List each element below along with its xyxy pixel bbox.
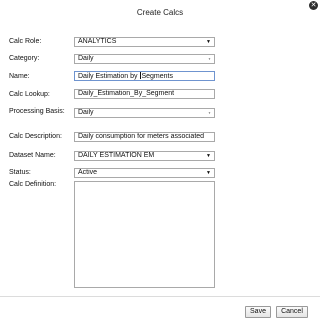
category-select[interactable]: Daily ▼ [74, 54, 215, 64]
category-label: Category: [9, 55, 40, 62]
processing-basis-label: Processing Basis: [9, 108, 65, 115]
save-button[interactable]: Save [245, 306, 271, 318]
chevron-down-icon: ▼ [206, 153, 211, 159]
dataset-name-select[interactable]: DAILY ESTIMATION EM ▼ [74, 151, 215, 161]
name-value-part1: Daily Estimation by [78, 73, 140, 80]
calc-role-select[interactable]: ANALYTICS ▼ [74, 37, 215, 47]
chevron-down-icon: ▼ [208, 57, 211, 61]
close-icon[interactable]: ✕ [309, 1, 318, 10]
calc-lookup-value: Daily_Estimation_By_Segment [78, 90, 175, 97]
calc-description-label: Calc Description: [9, 133, 62, 140]
calc-definition-label: Calc Definition: [9, 181, 57, 188]
calc-lookup-input[interactable]: Daily_Estimation_By_Segment [74, 89, 215, 99]
chevron-down-icon: ▼ [206, 39, 211, 45]
status-label: Status: [9, 169, 31, 176]
chevron-down-icon: ▼ [208, 111, 211, 115]
calc-description-value: Daily consumption for meters associated [78, 133, 205, 140]
calc-role-value: ANALYTICS [78, 38, 117, 45]
calc-lookup-label: Calc Lookup: [9, 91, 50, 98]
dataset-name-value: DAILY ESTIMATION EM [78, 152, 155, 159]
processing-basis-value: Daily [78, 109, 94, 116]
name-input[interactable]: Daily Estimation by Segments [74, 71, 215, 81]
calc-definition-textarea[interactable] [74, 181, 215, 288]
calc-description-input[interactable]: Daily consumption for meters associated [74, 132, 215, 142]
footer-divider [0, 296, 320, 297]
cancel-button[interactable]: Cancel [276, 306, 308, 318]
dialog-title: Create Calcs [136, 8, 184, 17]
category-value: Daily [78, 55, 94, 62]
status-value: Active [78, 169, 98, 176]
name-label: Name: [9, 73, 30, 80]
dataset-name-label: Dataset Name: [9, 152, 56, 159]
chevron-down-icon: ▼ [206, 170, 211, 176]
name-value-part2: Segments [141, 73, 173, 80]
calc-role-label: Calc Role: [9, 38, 42, 45]
processing-basis-select[interactable]: Daily ▼ [74, 108, 215, 118]
status-select[interactable]: Active ▼ [74, 168, 215, 178]
